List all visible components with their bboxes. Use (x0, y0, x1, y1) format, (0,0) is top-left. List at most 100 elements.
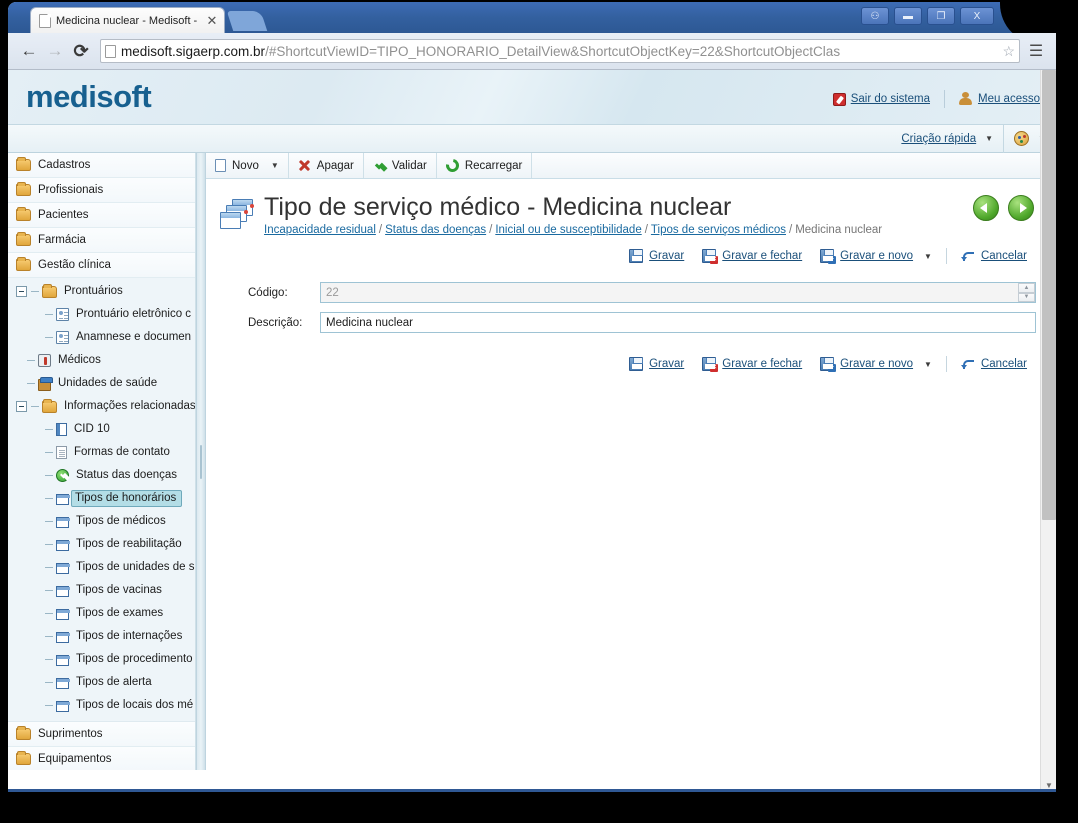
delete-button[interactable]: Apagar (289, 153, 364, 178)
codigo-row: Código: ▲ ▼ (248, 282, 1036, 303)
sidebar-label: Farmácia (38, 233, 86, 246)
codigo-input[interactable] (320, 282, 1036, 303)
save-and-new-button-bottom[interactable]: + Gravar e novo ▼ (811, 357, 941, 372)
save-label[interactable]: Gravar (649, 250, 684, 262)
tree-item-prontuarios[interactable]: Prontuários (8, 280, 195, 303)
descricao-input[interactable] (320, 312, 1036, 333)
codigo-stepper[interactable]: ▲ ▼ (1018, 283, 1035, 302)
tree-item-cid10[interactable]: CID 10 (8, 418, 195, 441)
forward-arrow-icon[interactable] (1008, 195, 1034, 221)
close-button[interactable]: X (960, 7, 994, 25)
breadcrumb-sep: / (644, 224, 648, 236)
sidebar-item-cadastros[interactable]: Cadastros (8, 153, 195, 178)
tree-item-tipos-internacoes[interactable]: Tipos de internações (8, 625, 195, 648)
stepper-up-icon[interactable]: ▲ (1018, 283, 1035, 293)
tree-line (45, 682, 53, 683)
page-scrollbar[interactable]: ▼ (1040, 70, 1056, 792)
header-links: Sair do sistema Meu acesso (832, 90, 1040, 108)
tree-item-status-doencas[interactable]: Status das doenças (8, 464, 195, 487)
tree-item-tipos-procedimentos[interactable]: Tipos de procedimento (8, 648, 195, 671)
tree-item-tipos-locais[interactable]: Tipos de locais dos mé (8, 694, 195, 717)
back-arrow-icon[interactable] (973, 195, 999, 221)
cancel-label[interactable]: Cancelar (981, 358, 1027, 370)
cancel-button-top[interactable]: Cancelar (952, 249, 1036, 263)
tree-line (27, 360, 35, 361)
save-button-top[interactable]: Gravar (620, 249, 693, 263)
minimize-button[interactable]: ▬ (894, 7, 922, 25)
tree-item-tipos-reabilitacao[interactable]: Tipos de reabilitação (8, 533, 195, 556)
cancel-button-bottom[interactable]: Cancelar (952, 357, 1036, 371)
save-and-close-button-bottom[interactable]: ✕ Gravar e fechar (693, 357, 811, 372)
chevron-down-icon-save-new-bottom[interactable]: ▼ (924, 360, 932, 369)
save-and-new-button-top[interactable]: + Gravar e novo ▼ (811, 249, 941, 264)
tree-item-medicos[interactable]: Médicos (8, 349, 195, 372)
back-icon[interactable]: ← (16, 38, 42, 64)
breadcrumb-item-0[interactable]: Incapacidade residual (264, 224, 376, 236)
tree-label: Prontuários (64, 285, 123, 297)
tree-item-tipos-medicos[interactable]: Tipos de médicos (8, 510, 195, 533)
tab-title: Medicina nuclear - Medisoft - (56, 14, 198, 27)
sidebar-splitter[interactable] (196, 153, 206, 770)
scrollbar-thumb[interactable] (1042, 70, 1056, 520)
tree-item-formas-contato[interactable]: Formas de contato (8, 441, 195, 464)
collapse-icon[interactable] (16, 286, 27, 297)
collapse-icon[interactable] (16, 401, 27, 412)
new-tab-button[interactable] (226, 11, 268, 31)
breadcrumb-item-2[interactable]: Inicial ou de susceptibilidade (495, 224, 641, 236)
browser-tab[interactable]: Medicina nuclear - Medisoft - ✕ (30, 7, 225, 33)
logout-link[interactable]: Sair do sistema (832, 92, 930, 106)
folder-icon (16, 751, 31, 765)
tree-item-prontuario-eletronico[interactable]: Prontuário eletrônico c (8, 303, 195, 326)
tree-item-tipos-vacinas[interactable]: Tipos de vacinas (8, 579, 195, 602)
address-bar[interactable]: medisoft.sigaerp.com.br/#ShortcutViewID=… (100, 39, 1020, 63)
sidebar-item-farmacia[interactable]: Farmácia (8, 228, 195, 253)
bookmark-star-icon[interactable]: ☆ (1002, 43, 1015, 60)
tree-item-tipos-honorarios[interactable]: Tipos de honorários (8, 487, 195, 510)
my-access-link[interactable]: Meu acesso (958, 92, 1040, 106)
save-and-close-button-top[interactable]: ✕ Gravar e fechar (693, 249, 811, 264)
tab-close-icon[interactable]: ✕ (204, 13, 220, 29)
tree-item-tipos-unidades[interactable]: Tipos de unidades de s (8, 556, 195, 579)
new-button[interactable]: Novo ▼ (206, 153, 289, 178)
quick-create-label[interactable]: Criação rápida (901, 133, 976, 145)
chevron-down-icon-save-new[interactable]: ▼ (924, 252, 932, 261)
browser-window: Medicina nuclear - Medisoft - ✕ ⚇ ▬ ❐ X … (8, 2, 1064, 792)
breadcrumb-current: Medicina nuclear (795, 224, 883, 236)
quick-create-menu[interactable]: Criação rápida ▼ (891, 125, 1003, 153)
tree-item-tipos-exames[interactable]: Tipos de exames (8, 602, 195, 625)
save-label[interactable]: Gravar (649, 358, 684, 370)
sidebar-item-equipamentos[interactable]: Equipamentos (8, 747, 195, 770)
save-new-label[interactable]: Gravar e novo (840, 250, 913, 262)
tree-item-unidades-saude[interactable]: Unidades de saúde (8, 372, 195, 395)
save-new-label[interactable]: Gravar e novo (840, 358, 913, 370)
sidebar-item-gestao-clinica[interactable]: Gestão clínica (8, 253, 195, 278)
tree-item-informacoes-relacionadas[interactable]: Informações relacionadas (8, 395, 195, 418)
reload-icon[interactable]: ⟳ (68, 38, 94, 64)
user-profile-button[interactable]: ⚇ (861, 7, 889, 25)
chrome-menu-icon[interactable]: ☰ (1024, 38, 1048, 64)
header-divider (943, 90, 945, 108)
restore-button[interactable]: ❐ (927, 7, 955, 25)
my-access-label[interactable]: Meu acesso (978, 93, 1040, 105)
logout-label[interactable]: Sair do sistema (851, 93, 930, 105)
breadcrumb-sep: / (489, 224, 493, 236)
stepper-down-icon[interactable]: ▼ (1018, 292, 1035, 302)
tree-label: Médicos (58, 354, 101, 366)
reload-button[interactable]: Recarregar (437, 153, 533, 178)
sidebar-item-suprimentos[interactable]: Suprimentos (8, 722, 195, 747)
tree-item-anamnese[interactable]: Anamnese e documen (8, 326, 195, 349)
window-bottom-strip (8, 789, 1056, 792)
save-button-bottom[interactable]: Gravar (620, 357, 693, 371)
save-close-label[interactable]: Gravar e fechar (722, 358, 802, 370)
save-close-label[interactable]: Gravar e fechar (722, 250, 802, 262)
sidebar-item-pacientes[interactable]: Pacientes (8, 203, 195, 228)
chevron-down-icon-new[interactable]: ▼ (271, 161, 279, 170)
breadcrumb-item-1[interactable]: Status das doenças (385, 224, 486, 236)
breadcrumb-item-3[interactable]: Tipos de serviços médicos (651, 224, 786, 236)
cancel-label[interactable]: Cancelar (981, 250, 1027, 262)
stack-icon (56, 653, 74, 666)
tree-item-tipos-alerta[interactable]: Tipos de alerta (8, 671, 195, 694)
validate-button[interactable]: Validar (364, 153, 437, 178)
forward-icon[interactable]: → (42, 38, 68, 64)
sidebar-item-profissionais[interactable]: Profissionais (8, 178, 195, 203)
